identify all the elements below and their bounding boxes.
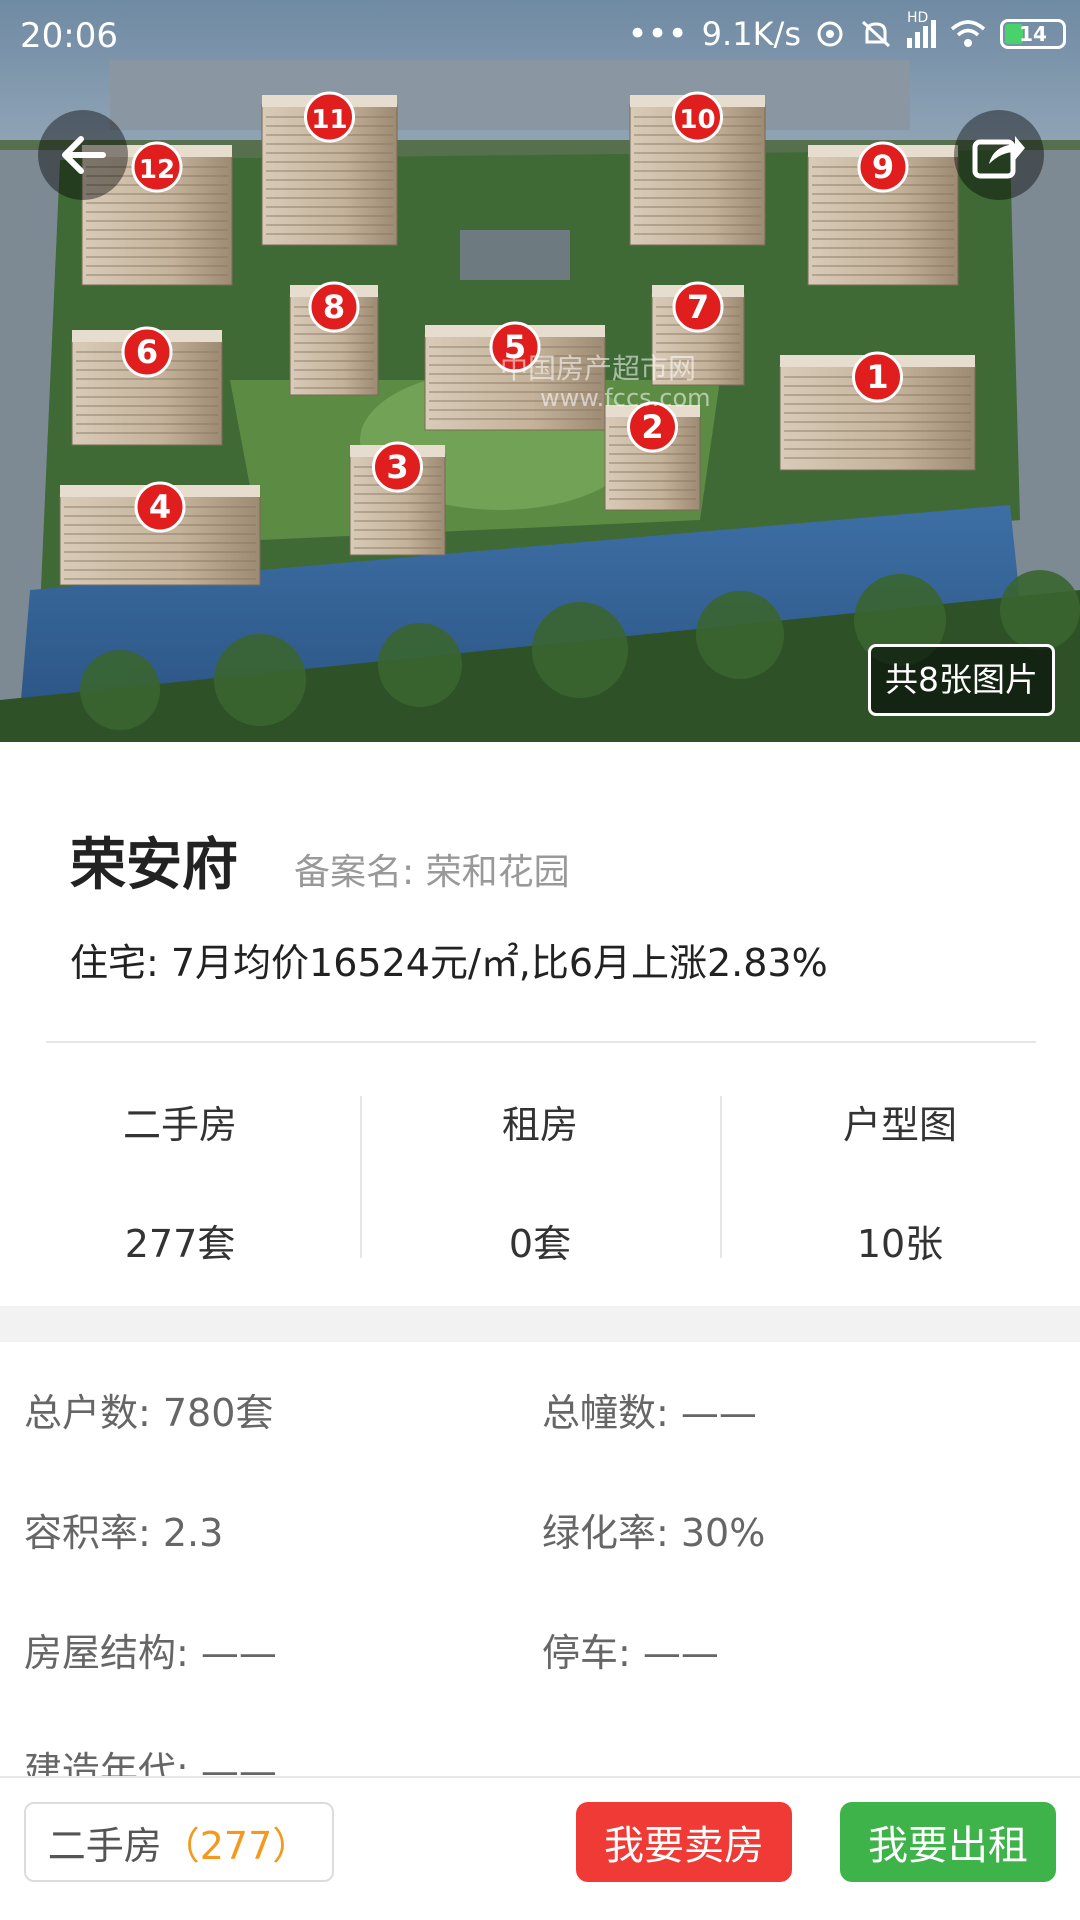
project-title-row: 荣安府 备案名: 荣和花园 <box>70 820 570 901</box>
building-number: 9 <box>872 148 894 186</box>
hd-label: HD <box>907 10 929 26</box>
building-marker: 9 <box>857 141 909 193</box>
building-6: 6 <box>71 326 223 446</box>
status-bar: 20:06 ••• 9.1K/s HD 14 <box>0 0 1080 72</box>
average-price-line: 住宅: 7月均价16524元/㎡,比6月上涨2.83% <box>70 941 828 985</box>
building-number: 10 <box>679 105 715 135</box>
battery-level: 14 <box>1019 22 1047 46</box>
rent-out-button[interactable]: 我要出租 <box>840 1802 1056 1882</box>
watermark-text: 中国房产超市网 <box>500 352 696 385</box>
project-name: 荣安府 <box>70 833 238 898</box>
building-4: 4 <box>59 481 261 586</box>
building-number: 7 <box>687 288 709 326</box>
sell-house-button[interactable]: 我要卖房 <box>576 1802 792 1882</box>
stat-value: 0套 <box>508 1222 572 1266</box>
wifi-icon <box>950 20 986 47</box>
building-9: 9 <box>807 141 959 286</box>
stat-resale[interactable]: 二手房 277套 <box>0 1092 360 1266</box>
building-number: 11 <box>311 105 347 135</box>
building-marker: 1 <box>852 351 903 403</box>
hotspot-icon <box>817 21 843 47</box>
resale-listings-button[interactable]: 二手房 （277） <box>24 1802 334 1882</box>
stat-label: 二手房 <box>122 1103 237 1147</box>
arrow-left-icon <box>62 136 106 174</box>
building-number: 8 <box>323 288 345 326</box>
info-total-households: 总户数: 780套 <box>24 1391 274 1435</box>
info-plot-ratio: 容积率: 2.3 <box>24 1511 224 1555</box>
back-button[interactable] <box>38 110 128 200</box>
building-number: 3 <box>386 448 408 486</box>
building-number: 2 <box>641 408 663 446</box>
building-marker: 4 <box>134 481 186 533</box>
stat-value: 10张 <box>856 1222 944 1266</box>
info-total-buildings: 总幢数: —— <box>542 1391 757 1435</box>
building-8: 8 <box>289 281 379 396</box>
building-marker: 8 <box>308 281 360 333</box>
building-marker: 11 <box>304 91 355 143</box>
info-structure: 房屋结构: —— <box>24 1631 277 1675</box>
app-screen: 1 2 3 4 5 6 7 8 9 10 11 12 中国房产超市网 www.fccs.com 20:… <box>0 0 1080 1920</box>
building-number: 6 <box>136 333 158 371</box>
divider <box>46 1041 1036 1043</box>
building-number: 12 <box>139 155 175 185</box>
stat-value: 277套 <box>124 1222 236 1266</box>
building-10: 10 <box>629 91 766 246</box>
resale-count: （277） <box>161 1823 311 1868</box>
resale-label: 二手房 <box>47 1823 162 1868</box>
info-green-ratio: 绿化率: 30% <box>542 1511 766 1555</box>
battery-icon: 14 <box>1000 19 1066 49</box>
network-speed: 9.1K/s <box>701 15 801 53</box>
stats-row: 二手房 277套 租房 0套 户型图 10张 <box>0 1092 1080 1266</box>
status-time: 20:06 <box>20 16 118 56</box>
share-button[interactable] <box>954 110 1044 200</box>
building-marker: 7 <box>672 281 724 333</box>
building-1: 1 <box>779 351 976 471</box>
stat-floorplans[interactable]: 户型图 10张 <box>720 1092 1080 1266</box>
more-dots-icon: ••• <box>627 14 688 54</box>
share-icon <box>972 136 1025 179</box>
project-info-grid: 总户数: 780套 总幢数: —— 容积率: 2.3 绿化率: 30% 房屋结构… <box>0 1342 1080 1776</box>
building-marker: 3 <box>372 441 423 493</box>
photo-count-badge[interactable]: 共8张图片 <box>868 644 1055 716</box>
info-build-year: 建造年代: —— <box>24 1749 277 1776</box>
bottom-action-bar: 二手房 （277） 我要卖房 我要出租 <box>0 1776 1080 1920</box>
building-number: 1 <box>866 358 888 396</box>
building-number: 4 <box>149 488 171 526</box>
building-3: 3 <box>349 441 446 556</box>
record-name: 备案名: 荣和花园 <box>294 852 570 893</box>
watermark-url: www.fccs.com <box>540 384 711 412</box>
building-11: 11 <box>261 91 398 246</box>
aerial-render: 123456789101112 中国房产超市网 www.fccs.com <box>0 0 1080 742</box>
section-separator <box>0 1306 1080 1342</box>
info-parking: 停车: —— <box>542 1631 719 1675</box>
project-hero-image[interactable]: 1 2 3 4 5 6 7 8 9 10 11 12 中国房产超市网 www.fccs.com 20:… <box>0 0 1080 742</box>
building-marker: 10 <box>672 91 723 143</box>
building-marker: 6 <box>121 326 173 378</box>
stat-label: 租房 <box>501 1103 578 1147</box>
mute-bell-icon <box>861 20 891 48</box>
signal-icon: HD <box>907 10 936 48</box>
stat-rental[interactable]: 租房 0套 <box>360 1092 720 1266</box>
stat-label: 户型图 <box>842 1103 957 1147</box>
building-2: 2 <box>604 401 701 511</box>
building-marker: 12 <box>131 141 183 193</box>
